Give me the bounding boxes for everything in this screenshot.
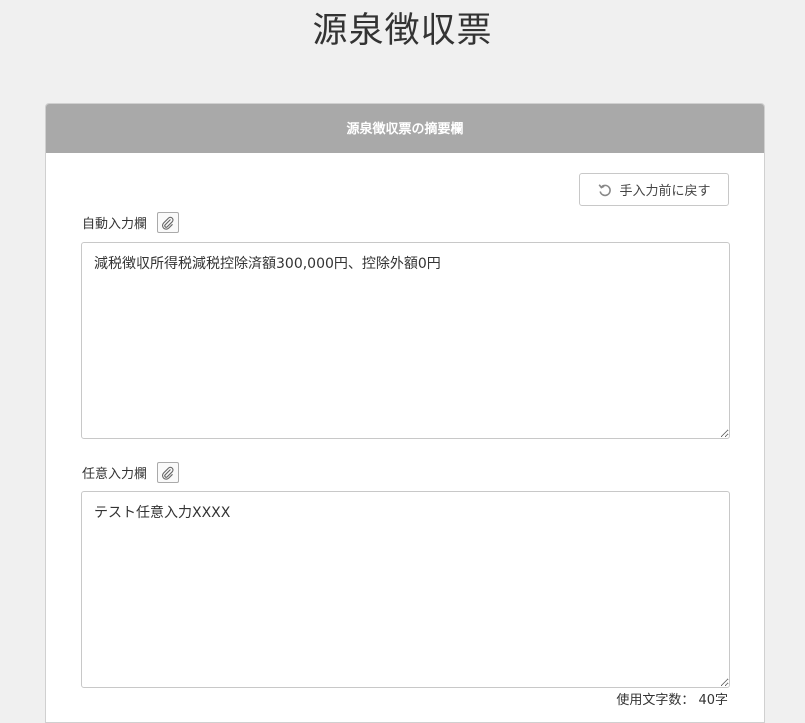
optional-input-textarea[interactable]: テスト任意入力XXXX [81,491,730,688]
auto-field-edit-button[interactable] [157,212,180,233]
char-count: 使用文字数： 40字 [616,693,728,708]
revert-to-pre-manual-button[interactable]: 手入力前に戻す [579,173,729,206]
optional-field-edit-button[interactable] [157,462,180,483]
undo-icon [599,183,612,196]
auto-input-textarea[interactable]: 減税徴収所得税減税控除済額300,000円、控除外額0円 [81,242,730,439]
panel-header: 源泉徴収票の摘要欄 [46,104,764,153]
page-title: 源泉徴収票 [312,11,493,51]
revert-button-label: 手入力前に戻す [619,183,711,198]
paperclip-icon [162,216,174,230]
paperclip-icon [162,466,174,480]
summary-panel: 源泉徴収票の摘要欄 手入力前に戻す 自動入力欄 減税徴収所得税減税控除済額300… [45,103,765,723]
auto-field-label: 自動入力欄 [82,217,148,232]
optional-field-label: 任意入力欄 [82,467,148,482]
optional-field-label-row: 任意入力欄 [82,462,180,483]
auto-field-label-row: 自動入力欄 [82,212,180,233]
